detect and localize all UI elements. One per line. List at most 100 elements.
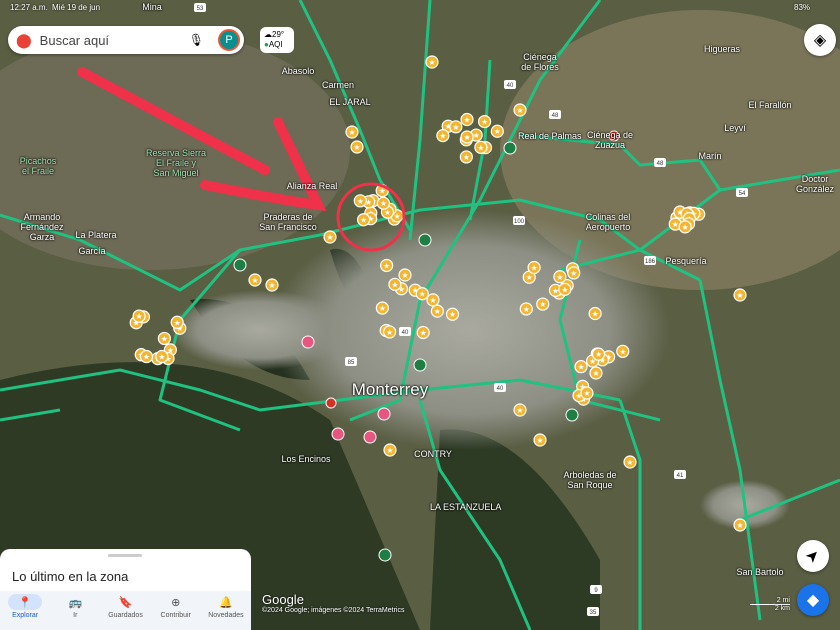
place-marker-star-icon[interactable]: ★ (398, 268, 412, 282)
map-label-alianza[interactable]: Alianza Real (282, 181, 342, 191)
my-location-button[interactable]: ➤ (797, 540, 829, 572)
road-closure-icon[interactable] (325, 397, 337, 409)
place-marker-star-icon[interactable]: ★ (527, 260, 541, 275)
map-label-doctor-gonzalez[interactable]: Doctor González (785, 174, 840, 194)
park-flag-icon[interactable] (503, 141, 517, 155)
avatar[interactable]: P (218, 29, 240, 51)
nav-guardados[interactable]: 🔖 Guardados (100, 591, 150, 630)
satellite-map[interactable]: ★ ★ ★ ★ ★ ★ ★ ★ ★ ★ ★ ★ ★ ★ ★ ★ ★ ★ ★ ★ ★ ★ ★ ★ ★ ★ ★ ★ ★ ★ ★ ★ ★ ★ ★ ★ ★ ★ ★ ★… (0, 0, 840, 630)
place-marker-star-icon[interactable]: ★ (589, 366, 603, 380)
map-label-monterrey[interactable]: Monterrey (345, 381, 435, 399)
map-label-carmen[interactable]: Carmen (308, 80, 368, 90)
place-marker-star-icon[interactable]: ★ (248, 273, 262, 287)
place-marker-star-icon[interactable]: ★ (356, 213, 371, 227)
place-marker-star-icon[interactable]: ★ (415, 287, 429, 301)
microphone-icon[interactable]: 🎙 (189, 33, 204, 47)
map-label-el-farallon[interactable]: El Farallón (740, 100, 800, 110)
place-marker-star-icon[interactable]: ★ (588, 306, 602, 321)
place-marker-star-icon[interactable]: ★ (490, 124, 504, 138)
map-label-mina[interactable]: Mina (122, 2, 182, 12)
place-marker-star-icon[interactable]: ★ (425, 55, 439, 69)
place-marker-star-icon[interactable]: ★ (353, 194, 367, 208)
place-marker-star-icon[interactable]: ★ (416, 325, 430, 340)
nav-explorar[interactable]: 📍 Explorar (0, 591, 50, 630)
map-label-cienega-flores[interactable]: Ciénega de Flores (510, 52, 570, 72)
sheet-handle[interactable] (108, 554, 142, 557)
heart-marker-icon[interactable] (301, 335, 315, 349)
place-marker-star-icon[interactable]: ★ (155, 349, 169, 364)
heart-marker-icon[interactable] (363, 430, 377, 444)
place-marker-star-icon[interactable]: ★ (388, 277, 402, 291)
nav-novedades[interactable]: 🔔 Novedades (201, 591, 251, 630)
place-marker-star-icon[interactable]: ★ (459, 150, 473, 164)
place-marker-star-icon[interactable]: ★ (436, 129, 450, 143)
map-label-los-encinos[interactable]: Los Encinos (276, 454, 336, 464)
directions-button[interactable]: ◆ (797, 584, 829, 616)
place-marker-star-icon[interactable]: ★ (460, 112, 474, 127)
search-bar[interactable]: ⬤ Buscar aquí 🎙 P (8, 26, 244, 54)
heart-marker-icon[interactable] (331, 427, 345, 441)
place-marker-star-icon[interactable]: ★ (733, 288, 747, 302)
place-marker-star-icon[interactable]: ★ (558, 282, 572, 296)
place-marker-star-icon[interactable]: ★ (567, 266, 581, 280)
map-label-arboledas[interactable]: Arboledas de San Roque (560, 470, 620, 490)
park-flag-icon[interactable] (413, 358, 427, 372)
place-marker-star-icon[interactable]: ★ (157, 331, 171, 346)
map-label-leyvi[interactable]: Leyví (705, 123, 765, 133)
place-marker-star-icon[interactable]: ★ (477, 114, 492, 129)
map-label-contry[interactable]: CONTRY (403, 449, 463, 459)
place-marker-star-icon[interactable]: ★ (345, 125, 359, 139)
place-marker-star-icon[interactable]: ★ (132, 309, 146, 323)
park-flag-icon[interactable] (418, 233, 432, 247)
place-marker-star-icon[interactable]: ★ (574, 360, 588, 374)
place-marker-star-icon[interactable]: ★ (430, 304, 444, 318)
place-marker-star-icon[interactable]: ★ (678, 220, 692, 234)
map-label-picachos[interactable]: Picachos el Fraile (8, 156, 68, 176)
map-label-pesqueria[interactable]: Pesquería (656, 256, 716, 266)
place-marker-star-icon[interactable]: ★ (623, 455, 637, 469)
layers-button[interactable]: ◈ (804, 24, 836, 56)
map-label-colinas[interactable]: Colinas del Aeropuerto (578, 212, 638, 232)
place-marker-star-icon[interactable]: ★ (323, 230, 337, 244)
place-marker-star-icon[interactable]: ★ (591, 347, 606, 361)
map-label-san-bartolo[interactable]: San Bartolo (730, 567, 790, 577)
place-marker-star-icon[interactable]: ★ (383, 443, 397, 457)
place-marker-star-icon[interactable]: ★ (445, 307, 460, 321)
map-label-praderas[interactable]: Praderas de San Francisco (258, 212, 318, 232)
place-marker-star-icon[interactable]: ★ (513, 403, 527, 417)
place-marker-star-icon[interactable]: ★ (383, 325, 397, 339)
place-marker-star-icon[interactable]: ★ (533, 433, 547, 447)
place-marker-star-icon[interactable]: ★ (449, 120, 463, 134)
map-label-armando[interactable]: Armando Fernández Garza (12, 212, 72, 242)
map-label-estanzuela[interactable]: LA ESTANZUELA (430, 502, 501, 512)
park-flag-icon[interactable] (378, 548, 392, 562)
map-label-garcia[interactable]: García (62, 246, 122, 256)
nav-ir[interactable]: 🚌 Ir (50, 591, 100, 630)
place-marker-star-icon[interactable]: ★ (426, 293, 440, 307)
park-flag-icon[interactable] (233, 258, 247, 272)
place-marker-star-icon[interactable]: ★ (375, 301, 389, 315)
map-label-higueras[interactable]: Higueras (692, 44, 752, 54)
place-marker-star-icon[interactable]: ★ (513, 103, 527, 117)
map-label-cienega-zuazua[interactable]: Ciénega de Zuazua (580, 130, 640, 150)
heart-marker-icon[interactable] (377, 407, 391, 421)
place-marker-star-icon[interactable]: ★ (536, 297, 550, 311)
place-marker-star-icon[interactable]: ★ (580, 386, 594, 400)
place-marker-star-icon[interactable]: ★ (460, 130, 474, 144)
map-label-la-platera[interactable]: La Platera (66, 230, 126, 240)
place-marker-star-icon[interactable]: ★ (265, 278, 279, 292)
park-flag-icon[interactable] (565, 408, 579, 422)
place-marker-star-icon[interactable]: ★ (170, 315, 184, 329)
map-label-reserva[interactable]: Reserva Sierra El Fraile y San Miguel (146, 148, 206, 178)
place-marker-star-icon[interactable]: ★ (519, 302, 533, 316)
map-label-marin[interactable]: Marín (680, 151, 740, 161)
bottom-sheet[interactable]: Lo último en la zona 📍 Explorar 🚌 Ir 🔖 Guar… (0, 549, 251, 630)
nav-contribuir[interactable]: ⊕ Contribuir (151, 591, 201, 630)
place-marker-star-icon[interactable]: ★ (376, 196, 391, 210)
place-marker-star-icon[interactable]: ★ (616, 344, 630, 358)
map-label-real-palmas[interactable]: Real de Palmas (518, 131, 582, 141)
place-marker-star-icon[interactable]: ★ (733, 518, 747, 532)
weather-chip[interactable]: ☁29° ●AQI (260, 27, 294, 53)
map-label-abasolo[interactable]: Abasolo (268, 66, 328, 76)
map-label-el-jaral[interactable]: EL JARAL (320, 97, 380, 107)
